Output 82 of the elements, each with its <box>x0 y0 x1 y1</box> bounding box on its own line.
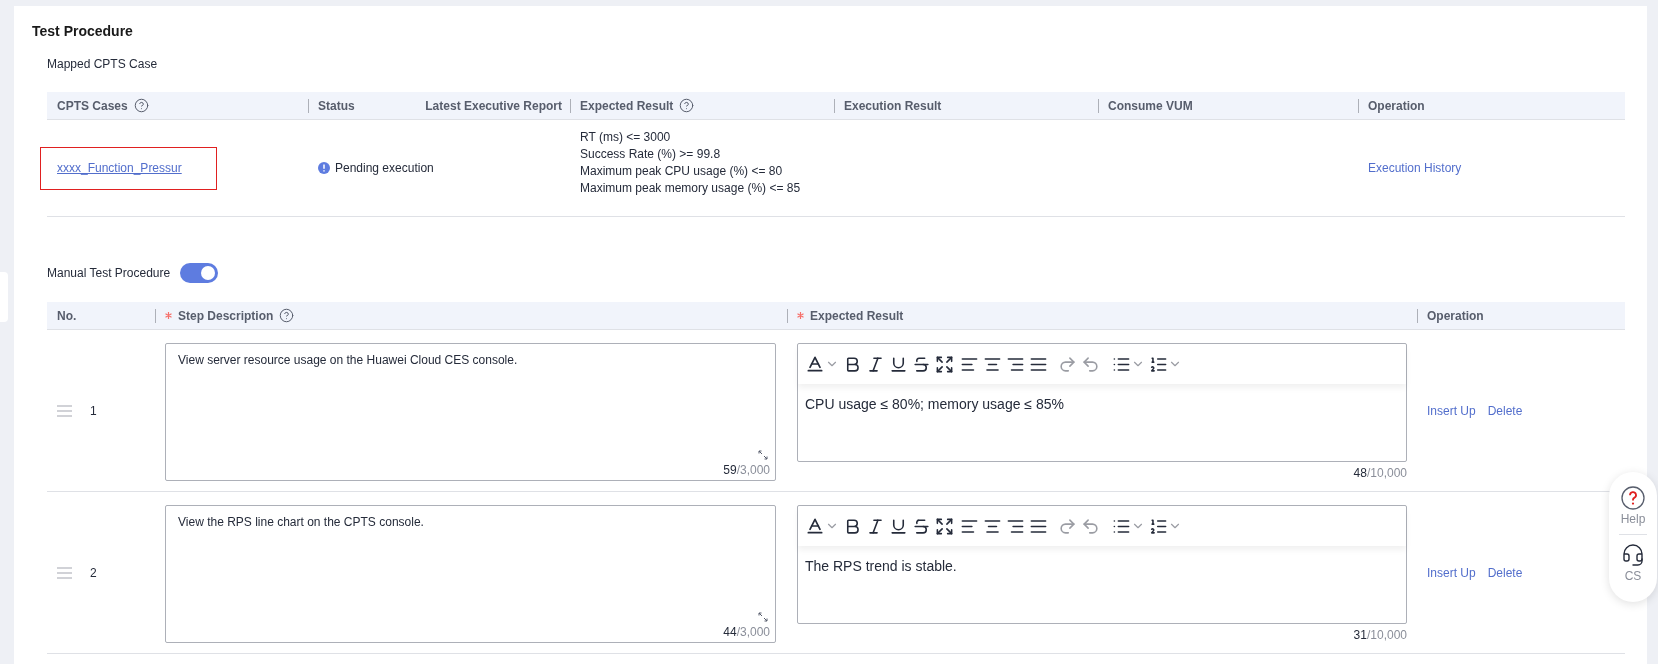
numbered-list-icon <box>1149 516 1168 536</box>
fullscreen-icon <box>935 516 954 536</box>
header-text: Latest Executive Report <box>425 98 562 113</box>
header-text: Operation <box>1427 308 1484 323</box>
expected-result-line: Maximum peak CPU usage (%) <= 80 <box>580 163 784 180</box>
strikethrough-button[interactable] <box>912 516 931 536</box>
fullscreen-button[interactable] <box>935 354 954 374</box>
redo-icon <box>1058 354 1077 374</box>
section-title: Test Procedure <box>32 24 134 38</box>
character-counter: 44/3,000 <box>723 625 770 639</box>
subsection-title: Mapped CPTS Case <box>47 57 159 71</box>
info-icon <box>318 162 330 174</box>
row-action-link[interactable]: Delete <box>1487 565 1523 580</box>
underline-icon <box>889 516 908 536</box>
required-asterisk-icon <box>797 312 804 319</box>
help-icon[interactable] <box>279 308 295 323</box>
headset-icon <box>1621 543 1645 567</box>
case-link[interactable]: xxxx_Function_Pressur <box>40 146 217 190</box>
fullscreen-icon <box>935 354 954 374</box>
header-text: Operation <box>1368 98 1425 113</box>
header-text: Execution Result <box>844 98 942 113</box>
undo-button[interactable] <box>1081 354 1100 374</box>
redo-icon <box>1058 516 1077 536</box>
execution-history-link[interactable]: Execution History <box>1368 161 1462 175</box>
step-description-field[interactable]: View server resource usage on the Huawei Cloud CES console. 59/3,000 <box>165 343 776 481</box>
underline-button[interactable] <box>889 516 908 536</box>
underline-button[interactable] <box>889 354 908 374</box>
resize-icon[interactable] <box>758 612 768 622</box>
italic-button[interactable] <box>866 516 885 536</box>
redo-button[interactable] <box>1058 354 1077 374</box>
font-color-icon <box>805 354 825 374</box>
help-icon[interactable] <box>679 98 695 113</box>
underline-icon <box>889 354 908 374</box>
italic-button[interactable] <box>866 354 885 374</box>
row-action-link[interactable]: Delete <box>1487 403 1523 418</box>
header-text: Expected Result <box>810 308 904 323</box>
undo-button[interactable] <box>1081 516 1100 536</box>
toggle-switch[interactable] <box>180 263 219 283</box>
help-icon[interactable] <box>133 98 149 113</box>
header-text: CPTS Cases <box>57 98 128 113</box>
character-counter: 31/10,000 <box>1353 628 1407 642</box>
question-mark-icon <box>1621 486 1645 510</box>
help-button[interactable]: Help <box>1620 486 1646 526</box>
header-text: Expected Result <box>580 98 674 113</box>
required-asterisk-icon <box>165 312 172 319</box>
numbered-list-icon <box>1149 354 1168 374</box>
header-text: Consume VUM <box>1108 98 1193 113</box>
status-text: Pending execution <box>335 161 434 175</box>
italic-icon <box>866 516 885 536</box>
strikethrough-icon <box>912 354 931 374</box>
header-text: No. <box>57 308 77 323</box>
redo-button[interactable] <box>1058 516 1077 536</box>
expected-result-field[interactable]: The RPS trend is stable. <box>798 546 1406 586</box>
expected-result-line: RT (ms) <= 3000 <box>580 129 672 146</box>
customer-service-button[interactable]: CS <box>1621 543 1645 583</box>
expected-result-field[interactable]: CPU usage ≤ 80%; memory usage ≤ 85% <box>798 384 1406 424</box>
fullscreen-button[interactable] <box>935 516 954 536</box>
row-action-link[interactable]: Insert Up <box>1427 565 1476 580</box>
strikethrough-button[interactable] <box>912 354 931 374</box>
expected-result-line: Maximum peak memory usage (%) <= 85 <box>580 180 801 197</box>
drag-handle-icon[interactable] <box>57 404 72 417</box>
step-number: 2 <box>90 565 97 580</box>
step-number: 1 <box>90 403 97 418</box>
resize-icon[interactable] <box>758 450 768 460</box>
numbered-list-button[interactable] <box>1149 516 1182 536</box>
step-description-field[interactable]: View the RPS line chart on the CPTS console. 44/3,000 <box>165 505 776 643</box>
drag-handle-icon[interactable] <box>57 566 72 579</box>
undo-icon <box>1081 354 1100 374</box>
italic-icon <box>866 354 885 374</box>
toggle-label: Manual Test Procedure <box>47 266 171 280</box>
font-color-button[interactable] <box>805 354 839 374</box>
font-color-icon <box>805 516 825 536</box>
strikethrough-icon <box>912 516 931 536</box>
numbered-list-button[interactable] <box>1149 354 1182 374</box>
font-color-button[interactable] <box>805 516 839 536</box>
header-text: Step Description <box>178 308 274 323</box>
row-action-link[interactable]: Insert Up <box>1427 403 1476 418</box>
undo-icon <box>1081 516 1100 536</box>
character-counter: 59/3,000 <box>723 463 770 477</box>
header-text: Status <box>318 98 355 113</box>
character-counter: 48/10,000 <box>1353 466 1407 480</box>
expected-result-line: Success Rate (%) >= 99.8 <box>580 146 722 163</box>
